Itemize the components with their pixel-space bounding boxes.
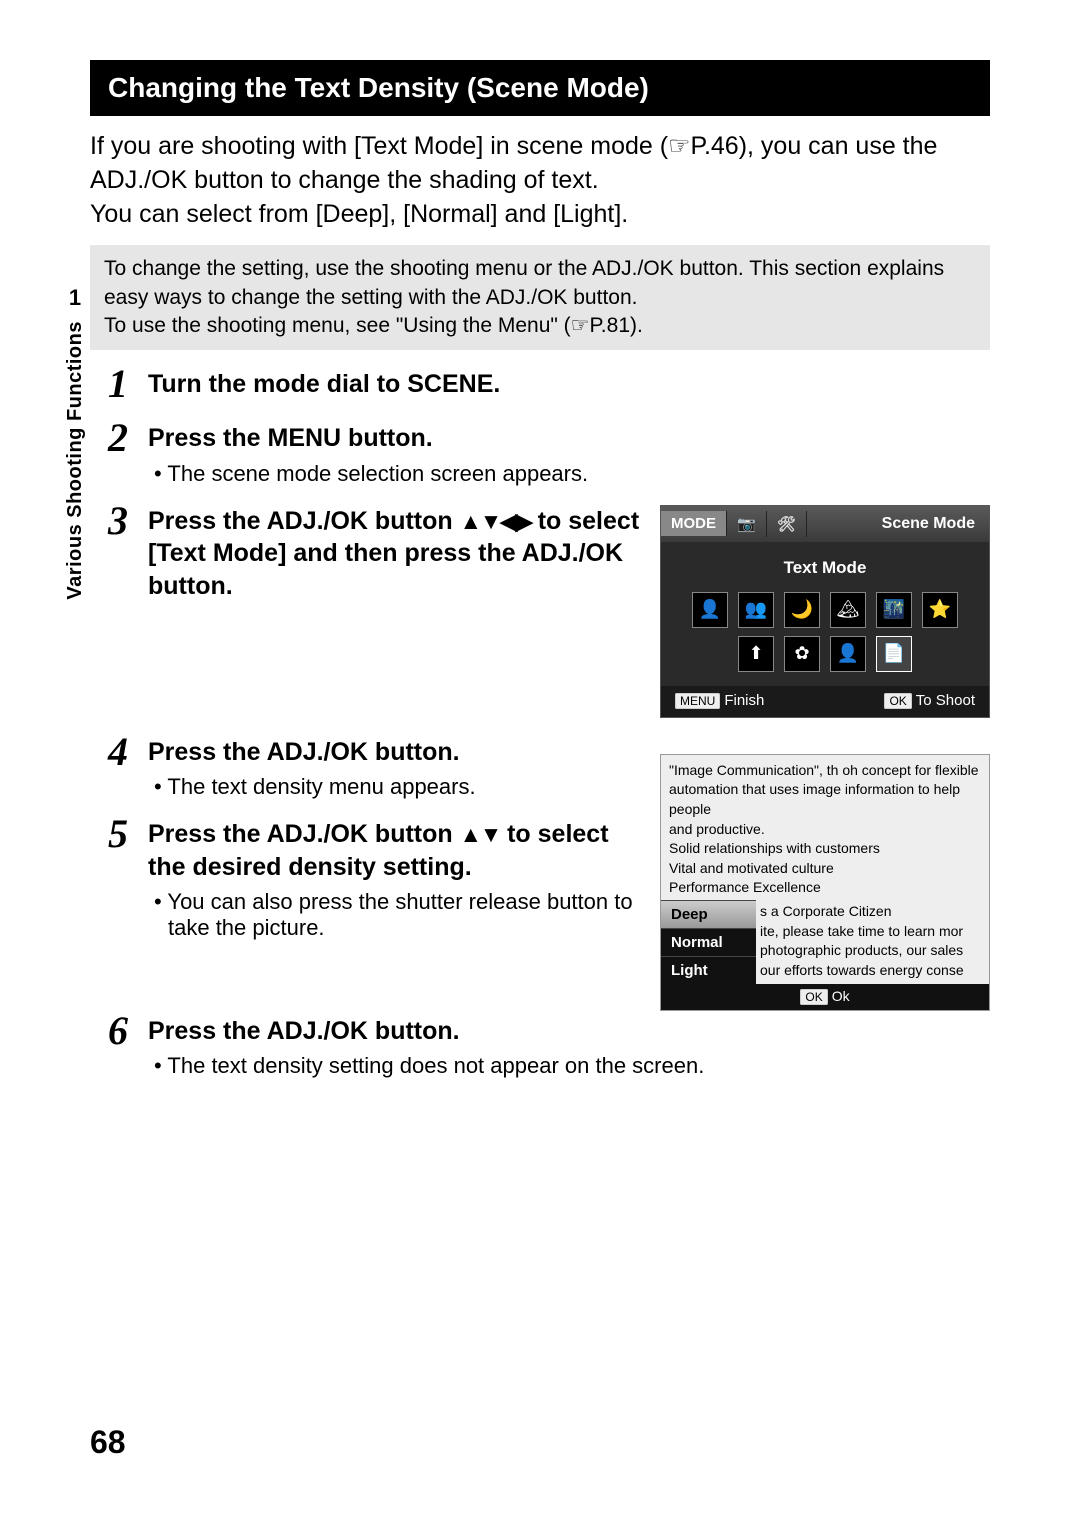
- scene-icon: 🌙: [784, 592, 820, 628]
- density-footer: OK Ok: [661, 984, 989, 1010]
- bg-line: "Image Communication", th oh concept for…: [669, 761, 981, 781]
- note-line-2: To use the shooting menu, see "Using the…: [104, 312, 976, 340]
- step-title: Press the ADJ./OK button ▲▼ to select th…: [148, 818, 640, 883]
- chapter-number: 1: [69, 285, 81, 311]
- step-title-part: Press the ADJ./OK button: [148, 507, 460, 535]
- intro-text: If you are shooting with [Text Mode] in …: [90, 130, 990, 231]
- density-right-text: s a Corporate Citizen ite, please take t…: [756, 900, 989, 984]
- steps-list: 1 Turn the mode dial to SCENE. 2 Press t…: [108, 364, 990, 1079]
- bg-line: ite, please take time to learn mor: [760, 922, 985, 942]
- sidebar-label: Various Shooting Functions: [64, 321, 87, 600]
- scene-title: Scene Mode: [807, 515, 989, 533]
- dpad-icon: ▲▼◀▶: [460, 509, 531, 534]
- mode-tab: MODE: [661, 511, 727, 536]
- step-number: 1: [108, 364, 148, 404]
- bg-line: s a Corporate Citizen: [760, 902, 985, 922]
- step-detail: The scene mode selection screen appears.: [148, 461, 990, 487]
- menu-button-label: MENU: [675, 693, 720, 709]
- step-number: 2: [108, 418, 148, 458]
- step-4: 4 Press the ADJ./OK button. The text den…: [108, 732, 640, 801]
- step-title: Press the ADJ./OK button.: [148, 736, 640, 769]
- step-title: Turn the mode dial to SCENE.: [148, 368, 990, 401]
- bg-line: Performance Excellence: [669, 878, 981, 898]
- to-shoot-label: To Shoot: [916, 692, 975, 709]
- step-title: Press the MENU button.: [148, 422, 990, 455]
- bg-line: and productive.: [669, 820, 981, 840]
- step-title: Press the ADJ./OK button.: [148, 1015, 990, 1048]
- scene-mode-screen: MODE 📷 🛠 Scene Mode Text Mode 👤 👥 🌙 🏔 🌃: [660, 505, 990, 718]
- bg-line: Solid relationships with customers: [669, 839, 981, 859]
- scene-icon: 👤: [830, 636, 866, 672]
- scene-icon: 🌃: [876, 592, 912, 628]
- intro-line-2: You can select from [Deep], [Normal] and…: [90, 200, 628, 228]
- finish-label: Finish: [724, 692, 764, 709]
- text-density-screen: "Image Communication", th oh concept for…: [660, 754, 990, 1011]
- page-number: 68: [90, 1424, 126, 1461]
- step-detail: The text density menu appears.: [148, 774, 640, 800]
- note-line-1: To change the setting, use the shooting …: [104, 255, 976, 312]
- scene-icon: 🏔: [830, 592, 866, 628]
- step-title-part: Press the ADJ./OK button: [148, 820, 460, 848]
- intro-line-1: If you are shooting with [Text Mode] in …: [90, 132, 937, 194]
- bg-line: photographic products, our sales: [760, 941, 985, 961]
- density-bg-text: "Image Communication", th oh concept for…: [661, 755, 989, 900]
- camera-tab-icon: 📷: [727, 511, 767, 537]
- scene-icon: ⬆: [738, 636, 774, 672]
- step-detail: You can also press the shutter release b…: [148, 889, 640, 941]
- scene-footer: MENUFinish OK To Shoot: [661, 686, 989, 717]
- step-number: 4: [108, 732, 148, 772]
- bg-line: automation that uses image information t…: [669, 780, 981, 819]
- density-option-deep: Deep: [661, 900, 756, 928]
- step-1: 1 Turn the mode dial to SCENE.: [108, 364, 990, 404]
- density-option-normal: Normal: [661, 928, 756, 956]
- scene-subtitle: Text Mode: [661, 542, 989, 586]
- step-3: 3 Press the ADJ./OK button ▲▼◀▶ to selec…: [108, 501, 990, 718]
- scene-icon-text-mode: 📄: [876, 636, 912, 672]
- step-number: 6: [108, 1011, 148, 1051]
- note-box: To change the setting, use the shooting …: [90, 245, 990, 350]
- density-option-light: Light: [661, 956, 756, 984]
- ok-label: Ok: [832, 988, 850, 1004]
- step-number: 5: [108, 814, 148, 854]
- ok-button-label: OK: [884, 693, 911, 709]
- step-number: 3: [108, 501, 148, 541]
- step-6: 6 Press the ADJ./OK button. The text den…: [108, 1011, 990, 1080]
- step-2: 2 Press the MENU button. The scene mode …: [108, 418, 990, 487]
- scene-icon: 👤: [692, 592, 728, 628]
- sidebar: 1 Various Shooting Functions: [60, 285, 90, 600]
- scene-icon-grid: 👤 👥 🌙 🏔 🌃 ⭐ ⬆ ✿ 👤 📄: [661, 586, 989, 686]
- setup-tab-icon: 🛠: [767, 511, 807, 537]
- updown-icon: ▲▼: [460, 822, 501, 847]
- section-title: Changing the Text Density (Scene Mode): [90, 60, 990, 116]
- bg-line: our efforts towards energy conse: [760, 961, 985, 981]
- scene-icon: ⭐: [922, 592, 958, 628]
- step-5: 5 Press the ADJ./OK button ▲▼ to select …: [108, 814, 640, 941]
- scene-icon: ✿: [784, 636, 820, 672]
- step-title: Press the ADJ./OK button ▲▼◀▶ to select …: [148, 505, 640, 603]
- bg-line: Vital and motivated culture: [669, 859, 981, 879]
- scene-icon: 👥: [738, 592, 774, 628]
- ok-button-label: OK: [800, 989, 827, 1005]
- step-detail: The text density setting does not appear…: [148, 1053, 990, 1079]
- scene-tabs: MODE 📷 🛠 Scene Mode: [661, 506, 989, 542]
- density-menu: Deep Normal Light: [661, 900, 756, 984]
